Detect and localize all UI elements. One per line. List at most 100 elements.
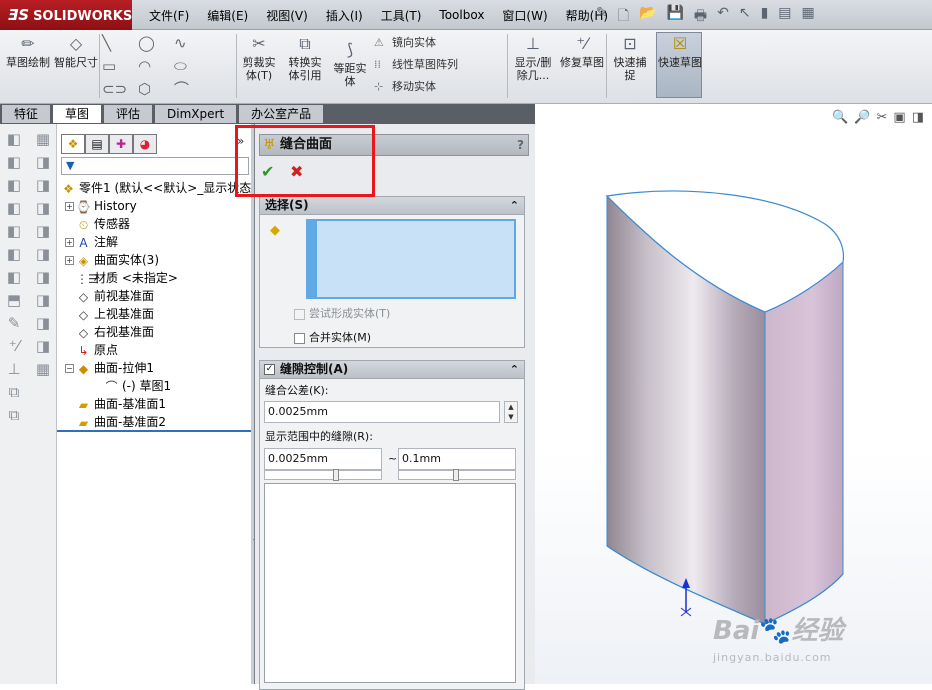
menu-item[interactable]: 文件(F)	[140, 7, 198, 24]
configuration-tab-icon[interactable]: ✚	[109, 134, 133, 154]
options-icon[interactable]: ▦	[802, 5, 815, 29]
repair-icon[interactable]: ⁺⁄	[2, 337, 26, 360]
rectangle-icon[interactable]: ▭	[102, 55, 138, 77]
tree-item[interactable]: + A 注解	[65, 233, 118, 251]
tree-item[interactable]: ▰ 曲面-基准面2	[65, 413, 166, 431]
relation-icon[interactable]: ⊥	[2, 360, 26, 383]
mirror-entities-button[interactable]: ⚠ 镜向实体	[374, 32, 458, 54]
arc-icon[interactable]: ◠	[138, 55, 174, 77]
expand-icon[interactable]: +	[65, 202, 74, 211]
help-icon[interactable]: ?	[517, 135, 524, 155]
slot-icon[interactable]: ⊂⊃	[102, 78, 138, 100]
select-arrow-icon[interactable]: ↖	[739, 5, 751, 29]
smart-dimension-button[interactable]: ◇ 智能尺寸	[54, 34, 98, 69]
tree-item[interactable]: − ◆ 曲面-拉伸1	[65, 359, 154, 377]
menu-item[interactable]: 视图(V)	[257, 7, 317, 24]
cube-icon[interactable]: ◧	[2, 153, 26, 176]
menu-item[interactable]: 工具(T)	[372, 7, 431, 24]
menu-item[interactable]: Toolbox	[430, 8, 493, 22]
layer-icon[interactable]: ◨	[31, 153, 55, 176]
rebuild-icon[interactable]: ▮	[761, 5, 769, 29]
linear-pattern-button[interactable]: ⁞⁞ 线性草图阵列	[374, 54, 458, 76]
tree-root[interactable]: ❖ 零件1 (默认<<默认>_显示状态	[61, 179, 251, 197]
cube-icon[interactable]: ◧	[2, 130, 26, 153]
cube-icon[interactable]: ◧	[2, 176, 26, 199]
property-manager-tab-icon[interactable]: ▤	[85, 134, 109, 154]
open-icon[interactable]: 📂	[639, 5, 656, 29]
copy-icon[interactable]: ⧉	[2, 406, 26, 429]
command-tab[interactable]: DimXpert	[154, 104, 238, 124]
try-form-solid-checkbox[interactable]: 尝试形成实体(T)	[294, 307, 390, 321]
slider-thumb[interactable]	[453, 469, 459, 481]
planar-face-2[interactable]	[764, 260, 844, 625]
ellipse-icon[interactable]: ⬭	[174, 55, 210, 77]
layer-icon[interactable]: ◨	[31, 199, 55, 222]
repair-sketch-button[interactable]: ⁺⁄ 修复草图	[560, 34, 604, 69]
fillet-icon[interactable]: ⌒	[174, 78, 210, 100]
tree-item[interactable]: ⋮☰材质 <未指定>	[65, 269, 178, 287]
new-file-icon[interactable]: 🗋	[618, 5, 629, 29]
layer-icon[interactable]: ◨	[31, 268, 55, 291]
spline-icon[interactable]: ∿	[174, 32, 210, 54]
sketch-button[interactable]: ✏ 草图绘制	[4, 34, 52, 69]
feature-tree-tab-icon[interactable]: ❖	[61, 134, 85, 154]
slider-thumb[interactable]	[333, 469, 339, 481]
menu-item[interactable]: 窗口(W)	[493, 7, 556, 24]
polygon-icon[interactable]: ⬡	[138, 78, 174, 100]
offset-entities-button[interactable]: ⟆ 等距实体	[330, 40, 370, 88]
tree-item[interactable]: + ⌚ History	[65, 197, 137, 215]
gap-list[interactable]	[264, 483, 516, 683]
command-tab[interactable]: 办公室产品	[238, 104, 325, 124]
cube-icon[interactable]: ◧	[2, 199, 26, 222]
tree-filter-input[interactable]: ▼	[61, 157, 249, 175]
cube-icon[interactable]: ◧	[2, 245, 26, 268]
collapse-icon[interactable]: ⌃	[510, 197, 519, 214]
display-manager-tab-icon[interactable]: ◕	[133, 134, 157, 154]
tree-item[interactable]: ↳ 原点	[65, 341, 118, 359]
surfaces-selection-box[interactable]	[306, 219, 516, 299]
selection-group-header[interactable]: 选择(S) ⌃	[260, 197, 524, 215]
range-min-input[interactable]: 0.0025mm	[264, 448, 382, 470]
tree-item[interactable]: ◇ 上视基准面	[65, 305, 154, 323]
command-tab[interactable]: 特征	[1, 104, 52, 124]
sketch-pencil-icon[interactable]: ✎	[2, 314, 26, 337]
undo-icon[interactable]: ↶	[717, 5, 729, 29]
tolerance-input[interactable]: 0.0025mm	[264, 401, 500, 423]
copy-icon[interactable]: ⧉	[2, 383, 26, 406]
command-tab[interactable]: 评估	[103, 104, 154, 124]
rapid-sketch-button[interactable]: ☒ 快速草图	[658, 34, 702, 69]
cube-icon[interactable]: ◧	[2, 222, 26, 245]
circle-icon[interactable]: ◯	[138, 32, 174, 54]
show-delete-relations-button[interactable]: ⊥ 显示/删除几...	[510, 34, 556, 82]
layer-icon[interactable]: ◨	[31, 291, 55, 314]
rollback-bar[interactable]	[57, 430, 251, 432]
range-max-slider[interactable]	[398, 469, 516, 481]
tree-item[interactable]: + ◈ 曲面实体(3)	[65, 251, 159, 269]
expand-icon[interactable]: +	[65, 238, 74, 247]
tree-item[interactable]: ▰ 曲面-基准面1	[65, 395, 166, 413]
save-icon[interactable]: 💾	[666, 5, 683, 29]
tree-item[interactable]: ⌒ (-) 草图1	[93, 377, 171, 395]
grid-icon[interactable]: ▦	[31, 360, 55, 383]
cube-icon[interactable]: ◧	[2, 268, 26, 291]
range-min-slider[interactable]	[264, 469, 382, 481]
grid-icon[interactable]: ▦	[31, 130, 55, 153]
print-icon[interactable]: 🖶	[694, 5, 707, 29]
menu-item[interactable]: 插入(I)	[317, 7, 372, 24]
move-entities-button[interactable]: ⊹ 移动实体	[374, 76, 458, 98]
tree-item[interactable]: ◇ 前视基准面	[65, 287, 154, 305]
file-properties-icon[interactable]: ▤	[778, 5, 791, 29]
gap-control-group-header[interactable]: ✓ 缝隙控制(A) ⌃	[260, 361, 524, 379]
layer-icon[interactable]: ◨	[31, 245, 55, 268]
quick-snaps-button[interactable]: ⊡ 快速捕捉	[609, 34, 651, 82]
gap-control-checkbox[interactable]: ✓	[264, 364, 275, 375]
box-icon[interactable]: ⬒	[2, 291, 26, 314]
pin-icon[interactable]: ✎	[596, 5, 608, 29]
layer-icon[interactable]: ◨	[31, 176, 55, 199]
tree-item[interactable]: ◇ 右视基准面	[65, 323, 154, 341]
merge-entities-checkbox[interactable]: 合并实体(M)	[294, 331, 371, 345]
collapse-icon[interactable]: ⌃	[510, 361, 519, 378]
layer-icon[interactable]: ◨	[31, 222, 55, 245]
expand-icon[interactable]: +	[65, 256, 74, 265]
tolerance-spinner[interactable]: ▲ ▼	[504, 401, 518, 423]
